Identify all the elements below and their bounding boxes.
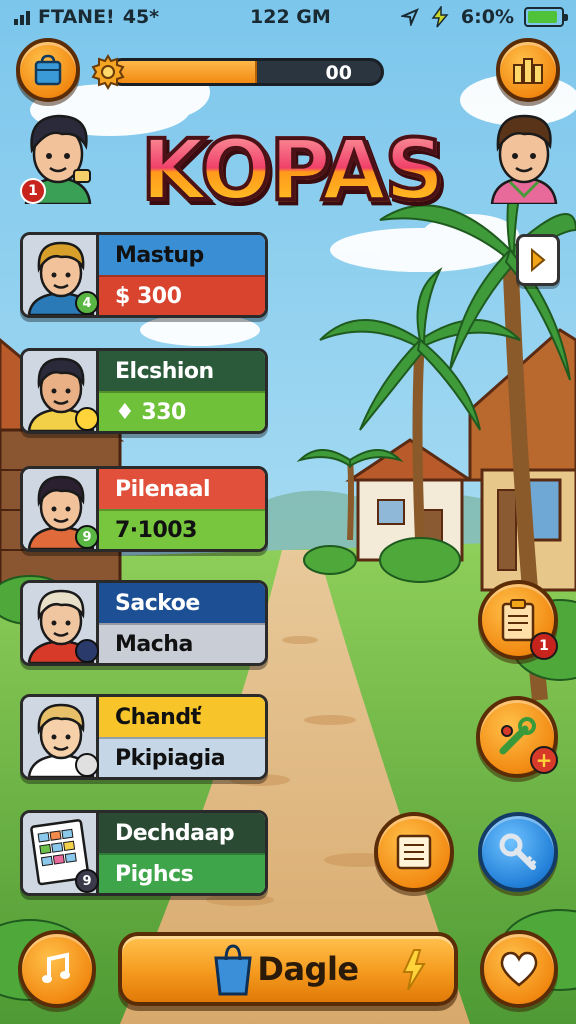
add-badge-icon: + [530, 746, 558, 774]
character-card[interactable]: Mastup $ 300 4 [20, 232, 268, 318]
character-card[interactable]: Dechdaap Pighcs 9 [20, 810, 268, 896]
shopping-bag-icon [214, 944, 252, 996]
xp-progress-fill [111, 61, 257, 83]
character-card[interactable]: Elcshion ♦ 330 [20, 348, 268, 434]
character-name: Chandť [99, 697, 265, 737]
charging-icon [431, 6, 449, 28]
carrier-name: FTANE! [38, 6, 115, 28]
xp-progress-value: 00 [325, 62, 352, 84]
character-level-badge [75, 639, 99, 663]
character-name: Pilenaal [99, 469, 265, 509]
next-page-button[interactable] [516, 234, 560, 286]
xp-progress: 00 [90, 52, 386, 92]
player-avatar[interactable]: 1 [18, 110, 98, 206]
music-icon [42, 952, 70, 983]
sparkle-icon [402, 949, 426, 991]
character-level-badge: 9 [75, 525, 99, 549]
game-title: KOPAS [112, 119, 472, 221]
search-button[interactable] [478, 812, 558, 892]
character-card[interactable]: Sackoe Macha [20, 580, 268, 666]
music-button[interactable] [18, 930, 96, 1008]
character-card[interactable]: Pilenaal 7·1003 9 [20, 466, 268, 552]
battery-icon [524, 7, 568, 27]
upgrade-button[interactable]: + [476, 696, 558, 778]
heart-icon [500, 951, 538, 987]
network-type: 45* [122, 6, 160, 28]
character-stat: 7·1003 [99, 509, 265, 549]
character-stat: Pighcs [99, 853, 265, 893]
gear-icon [91, 54, 125, 90]
location-icon [400, 8, 419, 26]
favorites-button[interactable] [480, 930, 558, 1008]
character-name: Elcshion [99, 351, 265, 391]
status-bar: FTANE! 45* 122 GM 6:0% [0, 0, 576, 34]
character-stat: ♦ 330 [99, 391, 265, 431]
battery-percent: 6:0% [460, 6, 514, 28]
player-level-badge: 1 [20, 178, 46, 204]
clipboard-icon [501, 599, 535, 642]
play-button[interactable]: Dagle [118, 932, 458, 1006]
character-name: Mastup [99, 235, 265, 275]
chevron-right-icon [531, 248, 546, 272]
quests-button[interactable]: 1 [478, 580, 558, 660]
documents-button[interactable] [374, 812, 454, 892]
character-stat: Macha [99, 623, 265, 663]
character-level-badge [75, 753, 99, 777]
key-icon [499, 833, 537, 870]
character-stat: $ 300 [99, 275, 265, 315]
quests-badge: 1 [530, 632, 558, 660]
inventory-button[interactable] [16, 38, 80, 102]
leaderboard-button[interactable] [496, 38, 560, 102]
bag-icon [34, 54, 62, 86]
play-button-label: Dagle [257, 950, 359, 988]
character-level-badge [75, 407, 99, 431]
character-card[interactable]: Chandť Pkipiagia [20, 694, 268, 780]
character-name: Sackoe [99, 583, 265, 623]
stats-icon [513, 58, 543, 84]
document-icon [396, 834, 432, 870]
character-level-badge: 4 [75, 291, 99, 315]
character-level-badge: 9 [75, 869, 99, 893]
signal-icon [14, 9, 30, 25]
clock: 122 GM [250, 6, 331, 28]
character-stat: Pkipiagia [99, 737, 265, 777]
friend-avatar[interactable] [484, 108, 564, 206]
character-name: Dechdaap [99, 813, 265, 853]
